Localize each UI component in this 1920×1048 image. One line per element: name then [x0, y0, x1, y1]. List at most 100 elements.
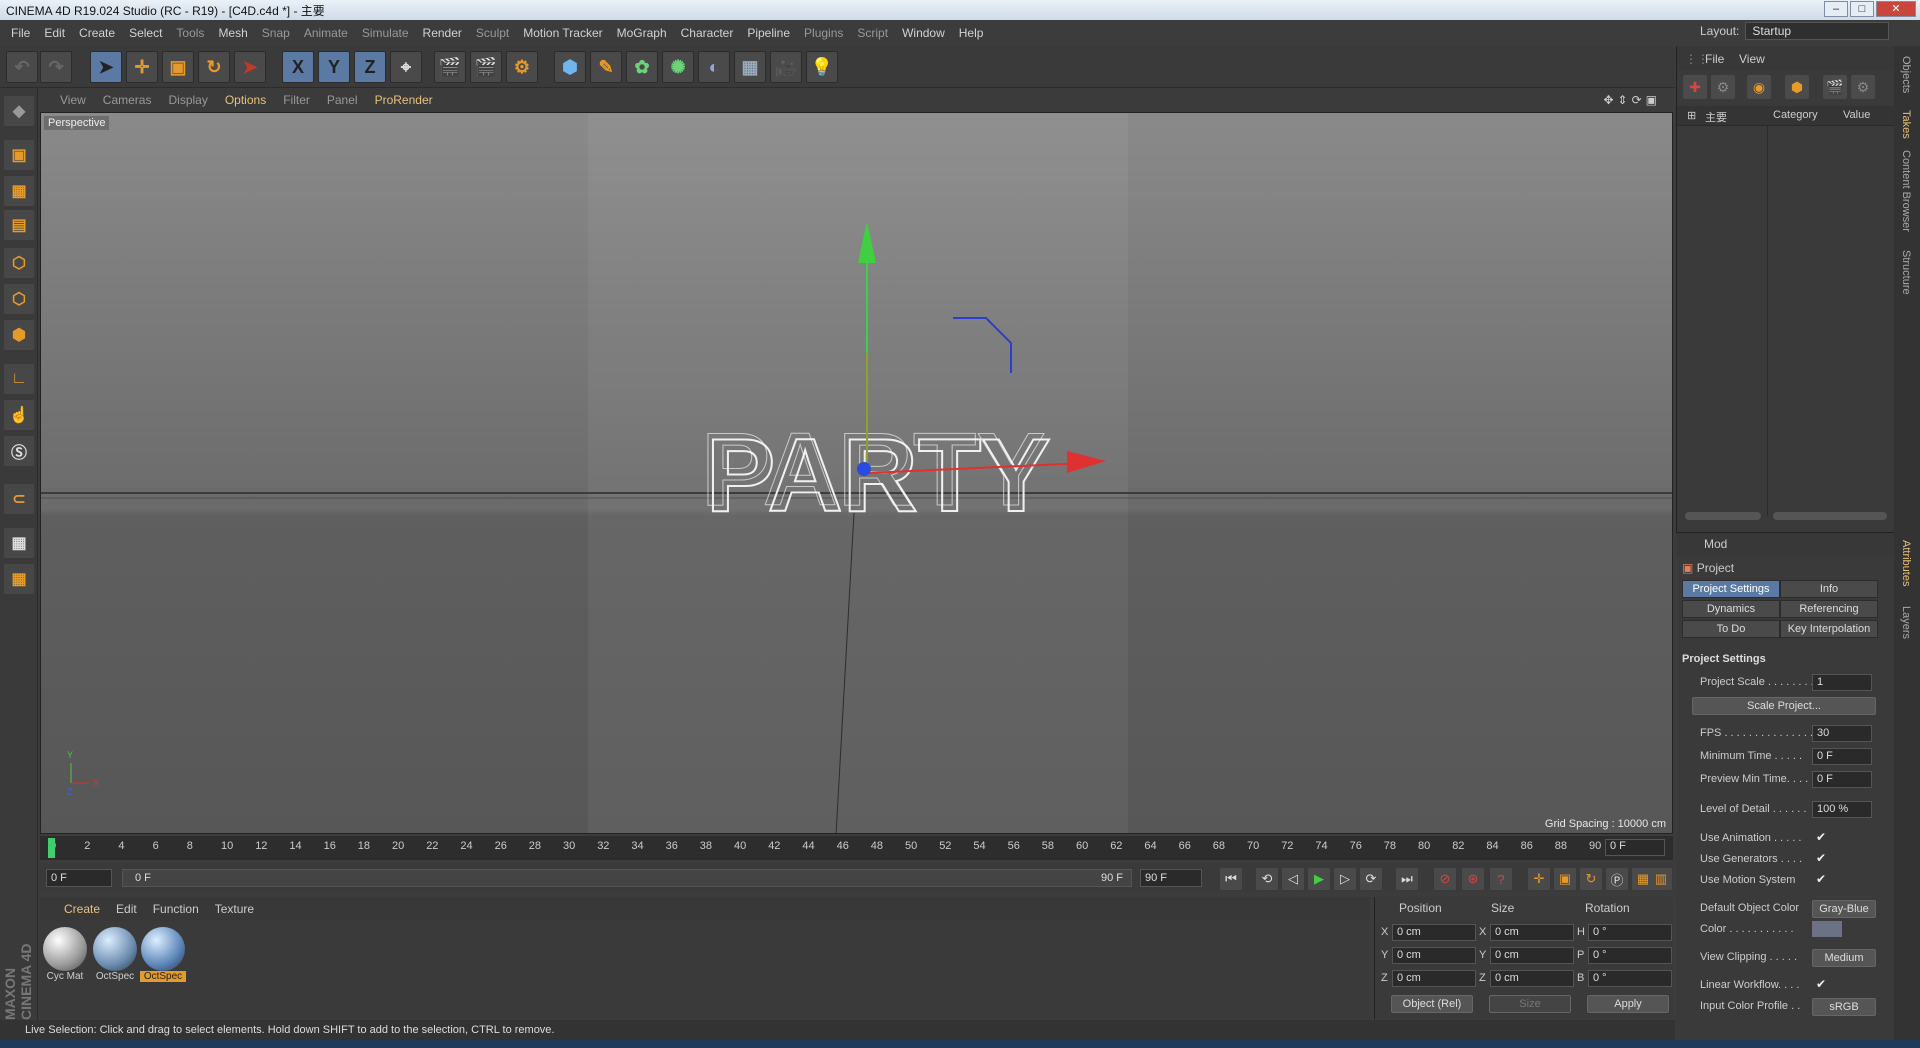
maximize-button[interactable]: □ [1850, 1, 1874, 17]
side-tab-content-browser[interactable]: Content Browser [1900, 150, 1912, 232]
record-active-icon[interactable]: ⊘ [1434, 868, 1456, 890]
view-clipping-dropdown[interactable]: Medium [1812, 949, 1876, 967]
play-icon[interactable]: ▶ [1308, 868, 1330, 890]
pos-z-field[interactable]: 0 cm [1392, 970, 1476, 987]
timeline-window-icon[interactable]: ▥ [1650, 868, 1672, 890]
rot-p-field[interactable]: 0 ° [1588, 947, 1672, 964]
subdivision-icon[interactable]: ✿ [626, 51, 658, 83]
menu-plugins[interactable]: Plugins [797, 26, 850, 40]
add-take-icon[interactable]: ✚ [1683, 75, 1707, 99]
side-tab-objects[interactable]: Objects [1900, 56, 1912, 93]
array-icon[interactable]: ✺ [662, 51, 694, 83]
render-view-icon[interactable]: 🎬 [434, 51, 466, 83]
mat-menu-edit[interactable]: Edit [116, 902, 137, 916]
use-animation-checkbox[interactable]: ✔ [1816, 830, 1826, 844]
light-icon[interactable]: 💡 [806, 51, 838, 83]
coord-mode-dropdown[interactable]: Object (Rel) [1391, 995, 1473, 1013]
menu-snap[interactable]: Snap [255, 26, 297, 40]
recent-tool-icon[interactable]: ➤ [234, 51, 266, 83]
size-y-field[interactable]: 0 cm [1490, 947, 1574, 964]
side-tab-takes[interactable]: Takes [1900, 110, 1912, 139]
tab-dynamics[interactable]: Dynamics [1682, 600, 1780, 618]
level-of-detail-field[interactable]: 100 % [1812, 801, 1872, 818]
goto-start-icon[interactable]: ⏮ [1220, 868, 1242, 890]
workplane-lock-icon[interactable]: ▦ [4, 528, 34, 558]
key-parameter-icon[interactable]: Ⓟ [1606, 868, 1628, 890]
color-swatch[interactable] [1812, 921, 1842, 937]
render-settings-icon[interactable]: ⚙ [506, 51, 538, 83]
menu-mograph[interactable]: MoGraph [610, 26, 674, 40]
vp-menu-cameras[interactable]: Cameras [103, 93, 152, 107]
render-take-icon[interactable]: 🎬 [1823, 75, 1847, 99]
live-selection-icon[interactable]: ➤ [90, 51, 122, 83]
vp-menu-options[interactable]: Options [225, 93, 266, 107]
floor-icon[interactable]: ▦ [734, 51, 766, 83]
default-object-color-dropdown[interactable]: Gray-Blue [1812, 900, 1876, 918]
end-frame-field[interactable]: 90 F [1140, 869, 1202, 887]
edges-mode-icon[interactable]: ⬡ [4, 284, 34, 314]
vp-menu-display[interactable]: Display [168, 93, 207, 107]
size-x-field[interactable]: 0 cm [1490, 924, 1574, 941]
preview-range-slider[interactable]: 0 F 90 F [122, 869, 1132, 887]
menu-pipeline[interactable]: Pipeline [740, 26, 797, 40]
use-generators-checkbox[interactable]: ✔ [1816, 851, 1826, 865]
vp-menu-prorender[interactable]: ProRender [375, 93, 433, 107]
goto-prev-key-icon[interactable]: ⟲ [1256, 868, 1278, 890]
menu-create[interactable]: Create [72, 26, 122, 40]
input-color-profile-dropdown[interactable]: sRGB [1812, 998, 1876, 1016]
time-cursor[interactable] [48, 838, 55, 858]
z-axis-icon[interactable]: Z [354, 51, 386, 83]
next-frame-icon[interactable]: ▷ [1334, 868, 1356, 890]
vp-menu-panel[interactable]: Panel [327, 93, 358, 107]
tab-key-interpolation[interactable]: Key Interpolation [1780, 620, 1878, 638]
make-editable-icon[interactable]: ◆ [4, 96, 34, 126]
workplane-icon[interactable]: ▤ [4, 210, 34, 240]
material-octspec-1[interactable]: OctSpec [92, 927, 138, 991]
menu-help[interactable]: Help [952, 26, 991, 40]
tab-to-do[interactable]: To Do [1682, 620, 1780, 638]
layout-dropdown[interactable]: Startup [1745, 22, 1890, 40]
expand-icon[interactable]: ⊞ [1687, 109, 1696, 122]
scrollbar-right[interactable] [1773, 512, 1887, 520]
menu-select[interactable]: Select [122, 26, 169, 40]
project-scale-field[interactable]: 1 [1812, 674, 1872, 691]
apply-button[interactable]: Apply [1587, 995, 1669, 1013]
y-axis-icon[interactable]: Y [318, 51, 350, 83]
prev-frame-icon[interactable]: ◁ [1282, 868, 1304, 890]
tweak-mode-icon[interactable]: ☝ [4, 400, 34, 430]
use-motion-system-checkbox[interactable]: ✔ [1816, 872, 1826, 886]
minimum-time-field[interactable]: 0 F [1812, 748, 1872, 765]
fps-field[interactable]: 30 [1812, 725, 1872, 742]
viewport-perspective[interactable]: Perspective PARTY PARTY Y X Z Grid Spaci… [40, 112, 1673, 834]
planar-workplane-icon[interactable]: ▦ [4, 564, 34, 594]
side-tab-attributes[interactable]: Attributes [1900, 540, 1912, 586]
obj-menu-file[interactable]: File [1705, 52, 1724, 66]
rotate-icon[interactable]: ↻ [198, 51, 230, 83]
rot-b-field[interactable]: 0 ° [1588, 970, 1672, 987]
coordinate-system-icon[interactable]: ⌖ [390, 51, 422, 83]
key-position-icon[interactable]: ✛ [1528, 868, 1550, 890]
menu-render[interactable]: Render [416, 26, 469, 40]
duplicate-take-icon[interactable]: ⚙ [1711, 75, 1735, 99]
vp-menu-view[interactable]: View [60, 93, 86, 107]
polygons-mode-icon[interactable]: ⬢ [4, 320, 34, 350]
side-tab-structure[interactable]: Structure [1900, 250, 1912, 295]
object-axis-center[interactable] [857, 462, 871, 476]
goto-end-icon[interactable]: ⏭ [1396, 868, 1418, 890]
tab-referencing[interactable]: Referencing [1780, 600, 1878, 618]
rot-h-field[interactable]: 0 ° [1588, 924, 1672, 941]
tab-info[interactable]: Info [1780, 580, 1878, 598]
keyframe-selection-icon[interactable]: ? [1490, 868, 1512, 890]
menu-simulate[interactable]: Simulate [355, 26, 416, 40]
material-octspec-2[interactable]: OctSpec [140, 927, 186, 991]
render-picture-viewer-icon[interactable]: 🎬 [470, 51, 502, 83]
menu-animate[interactable]: Animate [297, 26, 355, 40]
texture-mode-icon[interactable]: ▦ [4, 176, 34, 206]
scrollbar-left[interactable] [1685, 512, 1761, 520]
current-frame-field[interactable]: 0 F [1605, 839, 1665, 856]
mat-menu-function[interactable]: Function [153, 902, 199, 916]
scale-icon[interactable]: ▣ [162, 51, 194, 83]
material-cyc-mat[interactable]: Cyc Mat [42, 927, 88, 991]
menu-window[interactable]: Window [895, 26, 952, 40]
side-tab-layers[interactable]: Layers [1900, 606, 1912, 639]
